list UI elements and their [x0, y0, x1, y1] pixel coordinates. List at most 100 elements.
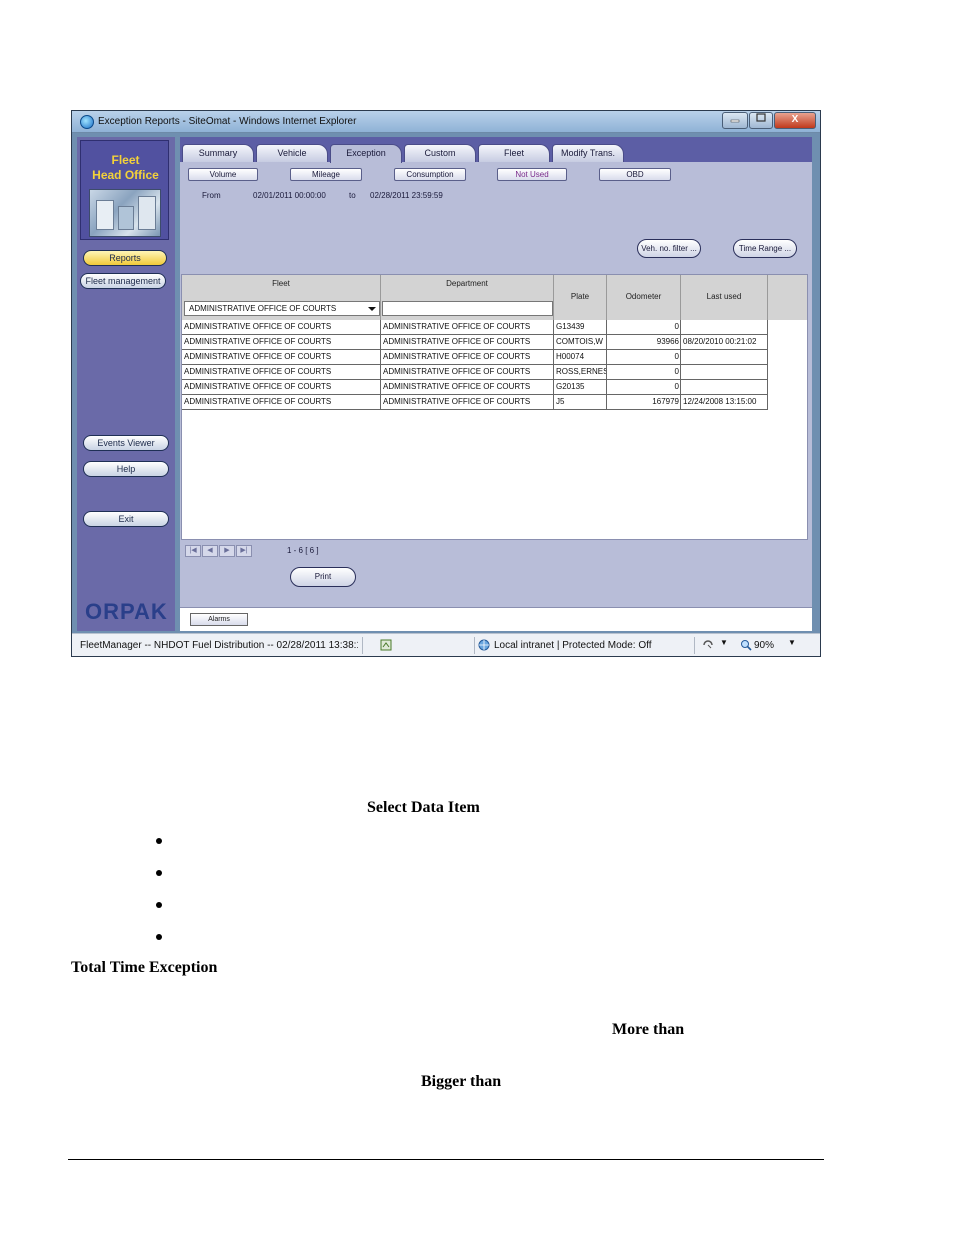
consumption-button[interactable]: Consumption — [394, 168, 466, 181]
bullet — [156, 934, 162, 940]
column-plate-label: Plate — [570, 292, 590, 301]
vehicle-number-filter-button[interactable]: Veh. no. filter ... — [637, 239, 701, 258]
table-cell: ADMINISTRATIVE OFFICE OF COURTS — [381, 350, 554, 365]
table-row[interactable]: ADMINISTRATIVE OFFICE OF COURTS ADMINISTR… — [182, 335, 768, 350]
maximize-icon — [756, 113, 766, 122]
fleet-filter-value: ADMINISTRATIVE OFFICE OF COURTS — [189, 304, 337, 313]
title-bar: Exception Reports - SiteOmat - Windows I… — [72, 111, 820, 133]
bullet — [156, 870, 162, 876]
table-row[interactable]: ADMINISTRATIVE OFFICE OF COURTS ADMINISTR… — [182, 350, 768, 365]
zoom-level[interactable]: 90% — [754, 640, 774, 651]
close-button[interactable]: X — [774, 112, 816, 129]
footer-rule — [68, 1159, 824, 1160]
print-button[interactable]: Print — [290, 567, 356, 587]
table-cell: ADMINISTRATIVE OFFICE OF COURTS — [182, 380, 381, 395]
reports-button[interactable]: Reports — [83, 250, 167, 266]
not-used-button[interactable]: Not Used — [497, 168, 567, 181]
table-cell: J5 — [554, 395, 607, 410]
table-cell — [681, 350, 768, 365]
minimize-button[interactable] — [722, 112, 748, 129]
chevron-down-icon[interactable]: ▼ — [720, 638, 728, 647]
logo-line2: Head Office — [92, 168, 159, 182]
chevron-down-icon — [368, 307, 376, 311]
alarm-bar: Alarms — [180, 607, 812, 631]
table-cell: ADMINISTRATIVE OFFICE OF COURTS — [381, 380, 554, 395]
table-cell: 0 — [607, 365, 681, 380]
report-area: Summary Vehicle Exception Custom Fleet M… — [180, 137, 812, 631]
protected-mode-icon[interactable] — [702, 639, 714, 651]
results-table: Fleet Department Plate Odometer Last use… — [181, 274, 808, 540]
tab-fleet[interactable]: Fleet — [478, 144, 550, 162]
table-cell — [681, 320, 768, 335]
table-cell: 12/24/2008 13:15:00 — [681, 395, 768, 410]
logo-line1: Fleet — [111, 153, 140, 167]
security-zone[interactable]: Local intranet | Protected Mode: Off — [494, 640, 652, 651]
alarms-button[interactable]: Alarms — [190, 613, 248, 626]
volume-button[interactable]: Volume — [188, 168, 258, 181]
table-cell: ADMINISTRATIVE OFFICE OF COURTS — [381, 365, 554, 380]
status-separator — [362, 637, 363, 654]
fleet-filter-select[interactable]: ADMINISTRATIVE OFFICE OF COURTS — [184, 301, 380, 316]
bigger-than-text: Bigger than — [421, 1073, 502, 1090]
column-plate[interactable]: Plate — [554, 275, 607, 320]
more-than-text: More than — [612, 1021, 685, 1038]
total-time-exception-heading: Total Time Exception — [71, 959, 218, 976]
exit-button[interactable]: Exit — [83, 511, 169, 527]
mileage-button[interactable]: Mileage — [290, 168, 362, 181]
table-row[interactable]: ADMINISTRATIVE OFFICE OF COURTS ADMINISTR… — [182, 365, 768, 380]
table-row[interactable]: ADMINISTRATIVE OFFICE OF COURTS ADMINISTR… — [182, 380, 768, 395]
chevron-down-icon[interactable]: ▼ — [788, 638, 796, 647]
table-cell: ADMINISTRATIVE OFFICE OF COURTS — [381, 320, 554, 335]
last-page-button[interactable]: ▶| — [236, 545, 252, 557]
next-page-button[interactable]: ▶ — [219, 545, 235, 557]
table-cell: 167979 — [607, 395, 681, 410]
table-cell: 08/20/2010 00:21:02 — [681, 335, 768, 350]
table-cell: 0 — [607, 350, 681, 365]
status-bar: FleetManager -- NHDOT Fuel Distribution … — [72, 633, 820, 656]
table-row[interactable]: ADMINISTRATIVE OFFICE OF COURTS ADMINISTR… — [182, 395, 768, 410]
maximize-button[interactable] — [749, 112, 773, 129]
table-cell: ADMINISTRATIVE OFFICE OF COURTS — [182, 365, 381, 380]
previous-page-button[interactable]: ◀ — [202, 545, 218, 557]
fleet-management-button[interactable]: Fleet management — [80, 273, 166, 289]
minimize-icon — [730, 119, 740, 123]
table-cell: G20135 — [554, 380, 607, 395]
table-cell — [681, 380, 768, 395]
table-cell: H00074 — [554, 350, 607, 365]
tab-vehicle[interactable]: Vehicle — [256, 144, 328, 162]
tab-modify-trans[interactable]: Modify Trans. — [552, 144, 624, 162]
tab-exception[interactable]: Exception — [330, 144, 402, 163]
table-cell: ADMINISTRATIVE OFFICE OF COURTS — [381, 335, 554, 350]
pager: |◀ ◀ ▶ ▶| — [185, 545, 253, 557]
table-cell: 0 — [607, 320, 681, 335]
to-label: to — [349, 191, 356, 200]
bullet — [156, 902, 162, 908]
department-filter-input[interactable] — [382, 301, 553, 316]
help-button[interactable]: Help — [83, 461, 169, 477]
obd-button[interactable]: OBD — [599, 168, 671, 181]
tab-summary[interactable]: Summary — [182, 144, 254, 162]
from-label: From — [202, 191, 221, 200]
column-odometer[interactable]: Odometer — [607, 275, 681, 320]
left-panel: Fleet Head Office Reports Fleet manageme… — [77, 137, 175, 631]
table-row[interactable]: ADMINISTRATIVE OFFICE OF COURTS ADMINISTR… — [182, 320, 768, 335]
orpak-logo: ORPAK — [85, 599, 168, 624]
column-fleet-label: Fleet — [272, 279, 290, 288]
table-cell: ADMINISTRATIVE OFFICE OF COURTS — [381, 395, 554, 410]
table-cell: ADMINISTRATIVE OFFICE OF COURTS — [182, 320, 381, 335]
tab-custom[interactable]: Custom — [404, 144, 476, 162]
first-page-button[interactable]: |◀ — [185, 545, 201, 557]
window-controls: X — [721, 112, 816, 129]
status-text: FleetManager -- NHDOT Fuel Distribution … — [80, 640, 358, 651]
table-cell — [681, 365, 768, 380]
to-value: 02/28/2011 23:59:59 — [370, 191, 443, 200]
status-separator — [474, 637, 475, 654]
column-last-used[interactable]: Last used — [681, 275, 768, 320]
from-value: 02/01/2011 00:00:00 — [253, 191, 326, 200]
ie-icon — [80, 115, 94, 129]
table-cell: 0 — [607, 380, 681, 395]
browser-window: Exception Reports - SiteOmat - Windows I… — [71, 110, 821, 657]
events-viewer-button[interactable]: Events Viewer — [83, 435, 169, 451]
window-title: Exception Reports - SiteOmat - Windows I… — [98, 116, 357, 127]
time-range-button[interactable]: Time Range ... — [733, 239, 797, 258]
